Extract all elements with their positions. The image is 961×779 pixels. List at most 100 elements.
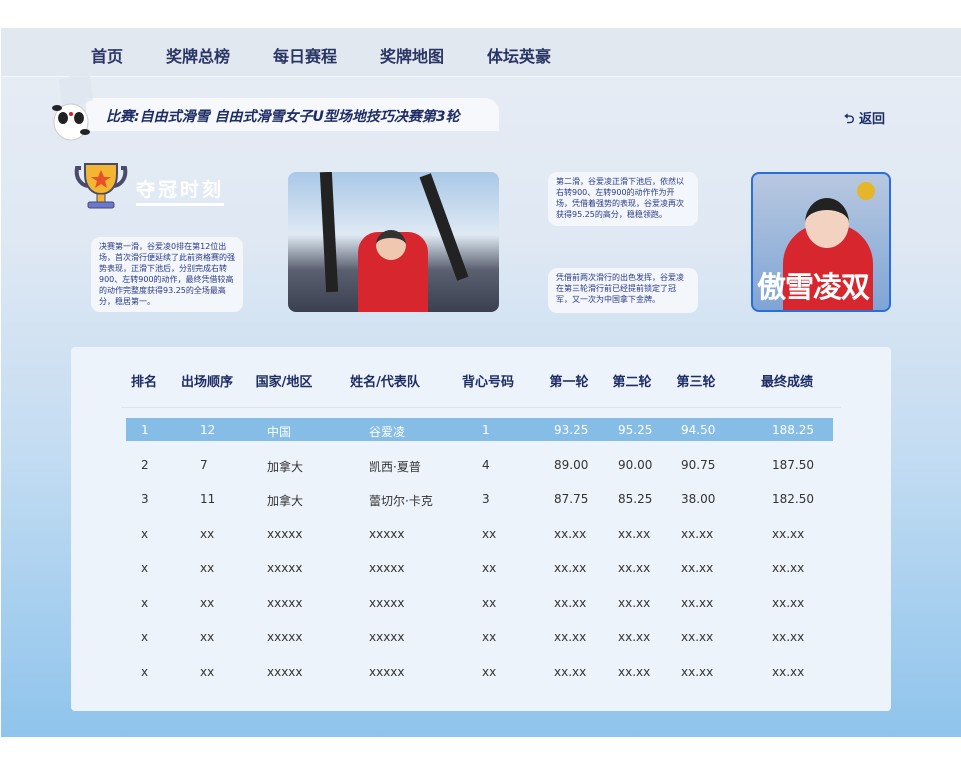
cell-final: xx.xx [772, 526, 805, 541]
cell-rank: x [141, 561, 149, 575]
cell-rank: x [141, 664, 149, 679]
cell-country: 加拿大 [267, 494, 304, 508]
cell-round3: xx.xx [681, 561, 714, 575]
mascot-icon [52, 70, 93, 141]
cell-bib: xx [482, 664, 497, 679]
back-icon: ⮌ [844, 112, 859, 127]
cell-final: 188.25 [772, 423, 814, 437]
cell-round3: xx.xx [681, 595, 714, 610]
cell-final: 187.50 [772, 457, 814, 472]
nav-home[interactable]: 首页 [91, 43, 123, 67]
cell-bib: xx [482, 595, 497, 610]
cell-final: xx.xx [772, 561, 805, 575]
cell-order: 12 [200, 423, 216, 437]
page: 首页 奖牌总榜 每日赛程 奖牌地图 体坛英豪 比赛:自由式滑雪 自由式滑雪女子U… [1, 28, 961, 737]
header-order: 出场顺序 [180, 375, 234, 390]
gold-medal-icon [857, 182, 875, 200]
cell-round2: xx.xx [618, 561, 651, 575]
cell-final: xx.xx [772, 595, 805, 610]
winner-row-highlight [126, 418, 833, 441]
cell-bib: 1 [482, 423, 490, 437]
cell-bib: 4 [482, 457, 490, 472]
header-divider [121, 407, 841, 408]
cell-final: 182.50 [772, 492, 814, 506]
cell-order: 11 [200, 492, 216, 506]
poster-image: 傲雪凌双 [751, 172, 891, 312]
cell-round1: 93.25 [554, 423, 589, 437]
cell-order: xx [200, 630, 215, 644]
cell-bib: 3 [482, 492, 490, 506]
nav-sports-heroes[interactable]: 体坛英豪 [487, 43, 551, 67]
event-title: 比赛:自由式滑雪 自由式滑雪女子U型场地技巧决赛第3轮 [106, 109, 460, 125]
cell-rank: 1 [141, 423, 149, 437]
note-round-1: 决赛第一滑，谷爱凌0排在第12位出场，首次滑行便延续了此前资格赛的强势表现，正滑… [91, 237, 243, 312]
cell-round1: xx.xx [554, 526, 587, 541]
nav-medal-table[interactable]: 奖牌总榜 [166, 43, 230, 67]
cell-order: 7 [200, 457, 208, 472]
cell-round2: 95.25 [618, 423, 653, 437]
cell-round1: xx.xx [554, 561, 587, 575]
note-round-2: 第二滑，谷爱凌正滑下池后，依然以右转900、左转900的动作作为开场，凭借着强势… [548, 172, 698, 226]
cell-name: xxxxx [369, 630, 405, 644]
nav-medal-map[interactable]: 奖牌地图 [380, 43, 444, 67]
champion-photo [288, 172, 499, 312]
header-round2: 第二轮 [612, 375, 652, 390]
cell-name: 谷爱凌 [369, 425, 406, 439]
cell-round1: 87.75 [554, 492, 589, 506]
cell-order: xx [200, 561, 215, 575]
cell-order: xx [200, 595, 215, 610]
header-round1: 第一轮 [549, 375, 589, 390]
cell-round2: xx.xx [618, 595, 651, 610]
trophy-icon [74, 163, 128, 209]
cell-country: xxxxx [267, 664, 303, 679]
cell-bib: xx [482, 526, 497, 541]
cell-round3: 38.00 [681, 492, 716, 506]
cell-round1: xx.xx [554, 664, 587, 679]
cell-round2: xx.xx [618, 526, 651, 541]
top-nav: 首页 奖牌总榜 每日赛程 奖牌地图 体坛英豪 [1, 28, 961, 77]
back-button[interactable]: ⮌ 返回 [844, 108, 885, 132]
cell-rank: 3 [141, 492, 149, 506]
champion-moment-heading: 夺冠时刻 [136, 175, 225, 206]
cell-round1: xx.xx [554, 630, 587, 644]
cell-rank: 2 [141, 457, 149, 472]
header-bib: 背心号码 [461, 375, 515, 390]
cell-bib: xx [482, 630, 497, 644]
cell-country: 加拿大 [267, 459, 304, 474]
header-round3: 第三轮 [676, 375, 716, 390]
header-rank: 排名 [130, 375, 158, 390]
cell-country: xxxxx [267, 526, 303, 541]
header-final: 最终成绩 [760, 375, 814, 390]
cell-round2: 90.00 [618, 457, 653, 472]
cell-country: xxxxx [267, 561, 303, 575]
cell-round1: 89.00 [554, 457, 589, 472]
cell-bib: xx [482, 561, 497, 575]
cell-country: xxxxx [267, 630, 303, 644]
cell-order: xx [200, 664, 215, 679]
nav-daily-schedule[interactable]: 每日赛程 [273, 43, 337, 67]
cell-name: xxxxx [369, 595, 405, 610]
poster-title: 傲雪凌双 [757, 270, 870, 304]
cell-order: xx [200, 526, 215, 541]
cell-round3: 90.75 [681, 457, 716, 472]
cell-name: 凯西·夏普 [369, 459, 421, 474]
cell-name: xxxxx [369, 561, 405, 575]
cell-round3: xx.xx [681, 664, 714, 679]
cell-round3: 94.50 [681, 423, 716, 437]
cell-rank: x [141, 595, 149, 610]
cell-final: xx.xx [772, 664, 805, 679]
cell-final: xx.xx [772, 630, 805, 644]
cell-name: xxxxx [369, 526, 405, 541]
cell-rank: x [141, 526, 149, 541]
cell-round2: xx.xx [618, 664, 651, 679]
header-name: 姓名/代表队 [350, 375, 420, 390]
cell-round2: xx.xx [618, 630, 651, 644]
event-title-bar: 比赛:自由式滑雪 自由式滑雪女子U型场地技巧决赛第3轮 [86, 98, 499, 131]
cell-round3: xx.xx [681, 526, 714, 541]
cell-country: 中国 [267, 425, 292, 439]
cell-name: 蕾切尔·卡克 [369, 494, 433, 508]
header-country: 国家/地区 [255, 375, 313, 390]
note-round-3: 凭借前两次滑行的出色发挥，谷爱凌在第三轮滑行前已经提前锁定了冠军，又一次为中国拿… [548, 268, 698, 313]
cell-country: xxxxx [267, 595, 303, 610]
results-table: 排名 出场顺序 国家/地区 姓名/代表队 背心号码 第一轮 第二轮 第三轮 最终成绩 1 12 中国… [71, 347, 891, 711]
